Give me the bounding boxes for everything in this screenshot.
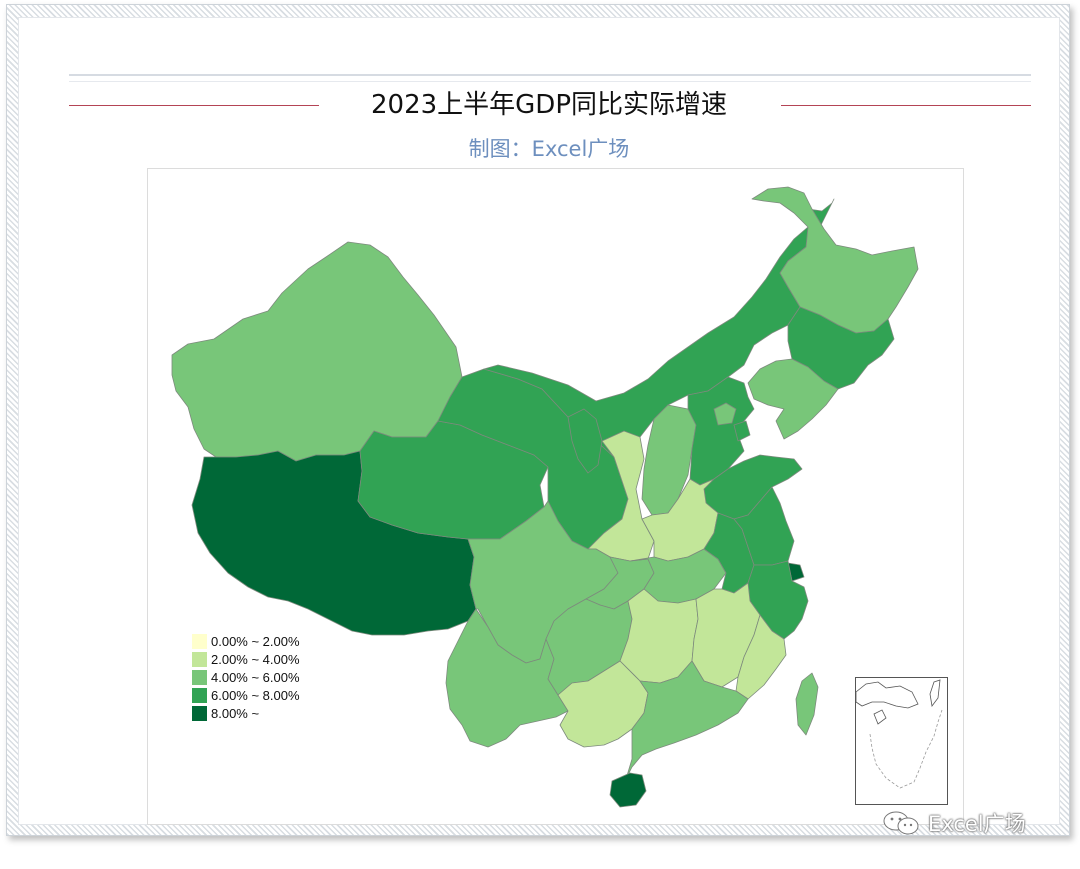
legend-label: 0.00% ~ 2.00% [211, 633, 300, 649]
legend-label: 8.00% ~ [211, 705, 260, 721]
wechat-icon [883, 811, 919, 835]
region-xinjiang [171, 241, 463, 462]
legend-item: 6.00% ~ 8.00% [192, 686, 300, 704]
legend-swatch [192, 633, 207, 649]
region-hainan [609, 772, 647, 808]
map-legend: 0.00% ~ 2.00% 2.00% ~ 4.00% 4.00% ~ 6.00… [192, 632, 300, 722]
china-map [171, 186, 919, 808]
south-china-sea-inset [855, 677, 948, 805]
inset-map [855, 679, 943, 789]
legend-label: 6.00% ~ 8.00% [211, 687, 300, 703]
legend-label: 4.00% ~ 6.00% [211, 669, 300, 685]
legend-swatch [192, 669, 207, 685]
legend-item: 4.00% ~ 6.00% [192, 668, 300, 686]
region-taiwan [795, 672, 819, 736]
legend-item: 8.00% ~ [192, 704, 300, 722]
top-divider-thin [69, 81, 1031, 82]
watermark-text: Excel广场 [928, 812, 1026, 836]
watermark: Excel广场 [880, 808, 1026, 838]
legend-swatch [192, 687, 207, 703]
chart-title: 2023上半年GDP同比实际增速 [370, 90, 727, 120]
legend-swatch [192, 651, 207, 667]
chart-sheet: 2023上半年GDP同比实际增速 制图：Excel广场 0.00% ~ 2.00… [18, 17, 1060, 825]
legend-item: 0.00% ~ 2.00% [192, 632, 300, 650]
legend-label: 2.00% ~ 4.00% [211, 651, 300, 667]
legend-swatch [192, 705, 207, 721]
top-divider [69, 74, 1031, 76]
map-area: 0.00% ~ 2.00% 2.00% ~ 4.00% 4.00% ~ 6.00… [147, 168, 964, 825]
chart-subtitle: 制图：Excel广场 [468, 137, 630, 161]
legend-item: 2.00% ~ 4.00% [192, 650, 300, 668]
page-frame: 2023上半年GDP同比实际增速 制图：Excel广场 0.00% ~ 2.00… [6, 4, 1070, 836]
